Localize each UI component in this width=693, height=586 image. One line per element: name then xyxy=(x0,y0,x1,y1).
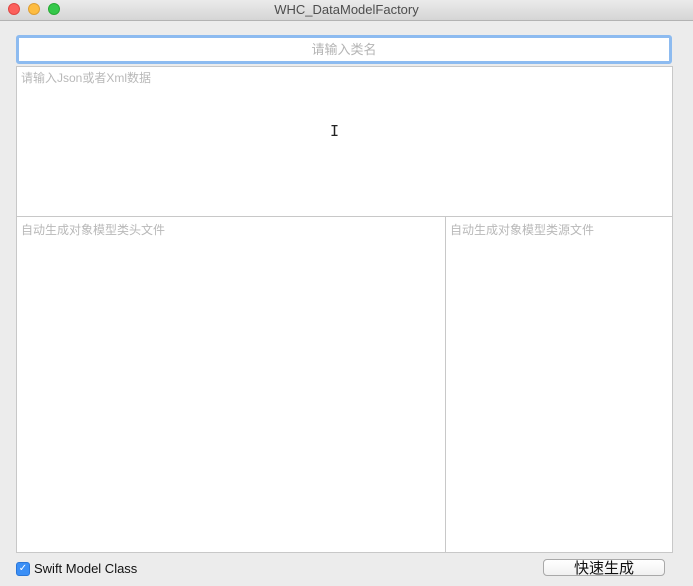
header-file-output-area[interactable] xyxy=(16,216,446,553)
json-input-area[interactable] xyxy=(16,66,673,217)
main-content: ✓ Swift Model Class 快速生成 xyxy=(0,21,693,586)
window-title: WHC_DataModelFactory xyxy=(274,2,419,17)
source-file-output-area[interactable] xyxy=(445,216,673,553)
app-window: WHC_DataModelFactory ✓ Swift Model Class… xyxy=(0,0,693,586)
swift-model-class-label: Swift Model Class xyxy=(34,561,138,576)
checkmark-icon[interactable]: ✓ xyxy=(16,561,30,576)
quick-generate-button[interactable]: 快速生成 xyxy=(543,559,665,577)
class-name-input[interactable] xyxy=(16,35,672,64)
title-bar[interactable]: WHC_DataModelFactory xyxy=(0,0,693,21)
swift-model-class-checkbox[interactable]: ✓ Swift Model Class xyxy=(16,561,137,576)
